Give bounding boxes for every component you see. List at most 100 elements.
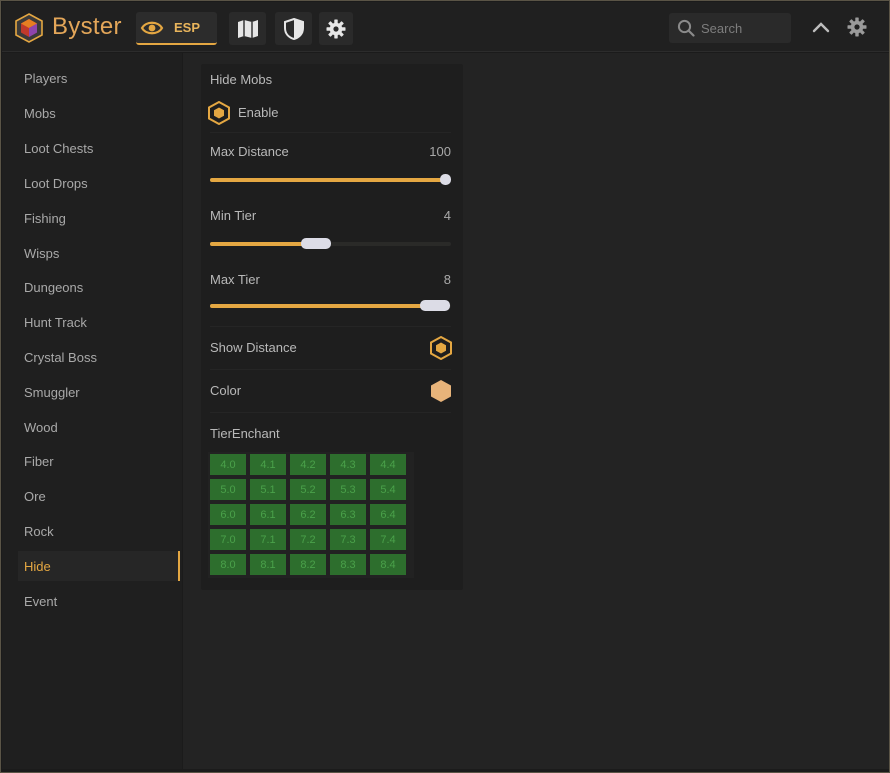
sidebar-item-event[interactable]: Event	[18, 586, 180, 616]
sidebar-item-fishing[interactable]: Fishing	[18, 203, 180, 233]
tab-map[interactable]	[229, 12, 266, 45]
chevron-up-icon	[812, 22, 830, 33]
tier-cell[interactable]: 4.4	[370, 454, 406, 475]
enable-label: Enable	[238, 105, 279, 120]
show-distance-label: Show Distance	[210, 340, 297, 355]
color-label: Color	[210, 383, 242, 398]
tier-cell[interactable]: 8.4	[370, 554, 406, 575]
divider	[210, 326, 451, 327]
sidebar-item-label: Dungeons	[24, 279, 84, 295]
tier-cell[interactable]: 4.3	[330, 454, 366, 475]
max-distance-slider[interactable]	[210, 174, 451, 185]
collapse-button[interactable]	[810, 16, 832, 38]
map-icon	[237, 19, 258, 38]
search-icon	[677, 19, 695, 37]
max-distance-value: 100	[429, 144, 451, 159]
tier-cell[interactable]: 7.1	[250, 529, 286, 550]
tier-cell[interactable]: 6.2	[290, 504, 326, 525]
sidebar-item-dungeons[interactable]: Dungeons	[18, 272, 180, 302]
divider	[210, 412, 451, 413]
sidebar-item-smuggler[interactable]: Smuggler	[18, 377, 180, 407]
sidebar-item-rock[interactable]: Rock	[18, 516, 180, 546]
sidebar-item-label: Mobs	[24, 105, 56, 121]
sidebar-item-loot-drops[interactable]: Loot Drops	[18, 168, 180, 198]
slider-handle[interactable]	[301, 238, 331, 249]
tier-cell[interactable]: 6.3	[330, 504, 366, 525]
tab-settings[interactable]	[319, 12, 353, 45]
sidebar-item-players[interactable]: Players	[18, 63, 180, 93]
max-tier-slider[interactable]	[210, 300, 451, 311]
sidebar-item-label: Hide	[24, 558, 51, 574]
sidebar-item-label: Wood	[24, 419, 58, 435]
sidebar-item-crystal-boss[interactable]: Crystal Boss	[18, 342, 180, 372]
sidebar-item-label: Smuggler	[24, 384, 80, 400]
slider-handle[interactable]	[440, 174, 451, 185]
tier-cell[interactable]: 5.0	[210, 479, 246, 500]
min-tier-label: Min Tier	[210, 208, 257, 223]
sidebar-item-hide[interactable]: Hide	[18, 551, 180, 581]
sidebar-item-fiber[interactable]: Fiber	[18, 446, 180, 476]
app-title: Byster	[52, 13, 122, 40]
app-window: Byster ESP Search Players Mobs Loot Ches…	[0, 0, 890, 773]
tier-cell[interactable]: 7.4	[370, 529, 406, 550]
slider-handle[interactable]	[420, 300, 450, 311]
top-bar: Byster ESP	[2, 2, 889, 52]
gear-icon	[326, 19, 346, 38]
slider-fill	[210, 178, 442, 182]
hide-mobs-panel: Hide Mobs Enable Max Distance 100 Min Ti…	[201, 64, 463, 590]
gear-icon	[847, 17, 867, 37]
sidebar-item-label: Players	[24, 70, 68, 86]
tab-shield[interactable]	[275, 12, 312, 45]
tier-cell[interactable]: 5.4	[370, 479, 406, 500]
sidebar-item-mobs[interactable]: Mobs	[18, 98, 180, 128]
tier-cell[interactable]: 8.0	[210, 554, 246, 575]
sidebar-item-label: Crystal Boss	[24, 349, 97, 365]
search-input[interactable]	[701, 20, 785, 36]
sidebar-item-label: Loot Chests	[24, 140, 94, 156]
shield-icon	[283, 17, 304, 40]
max-tier-value: 8	[443, 272, 451, 287]
divider	[210, 132, 451, 133]
tier-cell[interactable]: 5.2	[290, 479, 326, 500]
tier-cell[interactable]: 4.0	[210, 454, 246, 475]
min-tier-slider[interactable]	[210, 238, 451, 249]
tier-cell[interactable]: 6.0	[210, 504, 246, 525]
sidebar-item-label: Loot Drops	[24, 175, 88, 191]
tier-cell[interactable]: 4.1	[250, 454, 286, 475]
tier-cell[interactable]: 8.1	[250, 554, 286, 575]
sidebar-item-label: Event	[24, 593, 58, 609]
sidebar-item-ore[interactable]: Ore	[18, 481, 180, 511]
tier-cell[interactable]: 8.3	[330, 554, 366, 575]
color-swatch[interactable]	[430, 379, 452, 403]
tier-cell[interactable]: 6.1	[250, 504, 286, 525]
slider-fill	[210, 304, 434, 308]
sidebar-item-wisps[interactable]: Wisps	[18, 238, 180, 268]
search-box[interactable]	[669, 13, 791, 43]
sidebar: Players Mobs Loot Chests Loot Drops Fish…	[2, 53, 182, 769]
sidebar-item-label: Fiber	[24, 453, 54, 469]
divider	[210, 369, 451, 370]
settings-button[interactable]	[846, 16, 868, 38]
tier-cell[interactable]: 6.4	[370, 504, 406, 525]
tier-cell[interactable]: 7.0	[210, 529, 246, 550]
enable-checkbox[interactable]	[208, 101, 230, 125]
tier-cell[interactable]: 4.2	[290, 454, 326, 475]
min-tier-value: 4	[443, 208, 451, 223]
show-distance-checkbox[interactable]	[430, 336, 452, 360]
sidebar-item-label: Hunt Track	[24, 314, 87, 330]
tab-esp[interactable]: ESP	[136, 12, 217, 45]
sidebar-item-label: Wisps	[24, 245, 60, 261]
tier-cell[interactable]: 5.3	[330, 479, 366, 500]
sidebar-item-wood[interactable]: Wood	[18, 412, 180, 442]
tier-enchant-grid: 4.0 4.1 4.2 4.3 4.4 5.0 5.1 5.2 5.3 5.4 …	[208, 452, 414, 578]
tier-cell[interactable]: 7.2	[290, 529, 326, 550]
sidebar-item-hunt-track[interactable]: Hunt Track	[18, 307, 180, 337]
tier-cell[interactable]: 8.2	[290, 554, 326, 575]
byster-logo	[15, 13, 43, 43]
sidebar-item-label: Fishing	[24, 210, 66, 226]
tier-cell[interactable]: 5.1	[250, 479, 286, 500]
max-tier-label: Max Tier	[210, 272, 260, 287]
max-distance-label: Max Distance	[210, 144, 289, 159]
sidebar-item-loot-chests[interactable]: Loot Chests	[18, 133, 180, 163]
tier-cell[interactable]: 7.3	[330, 529, 366, 550]
